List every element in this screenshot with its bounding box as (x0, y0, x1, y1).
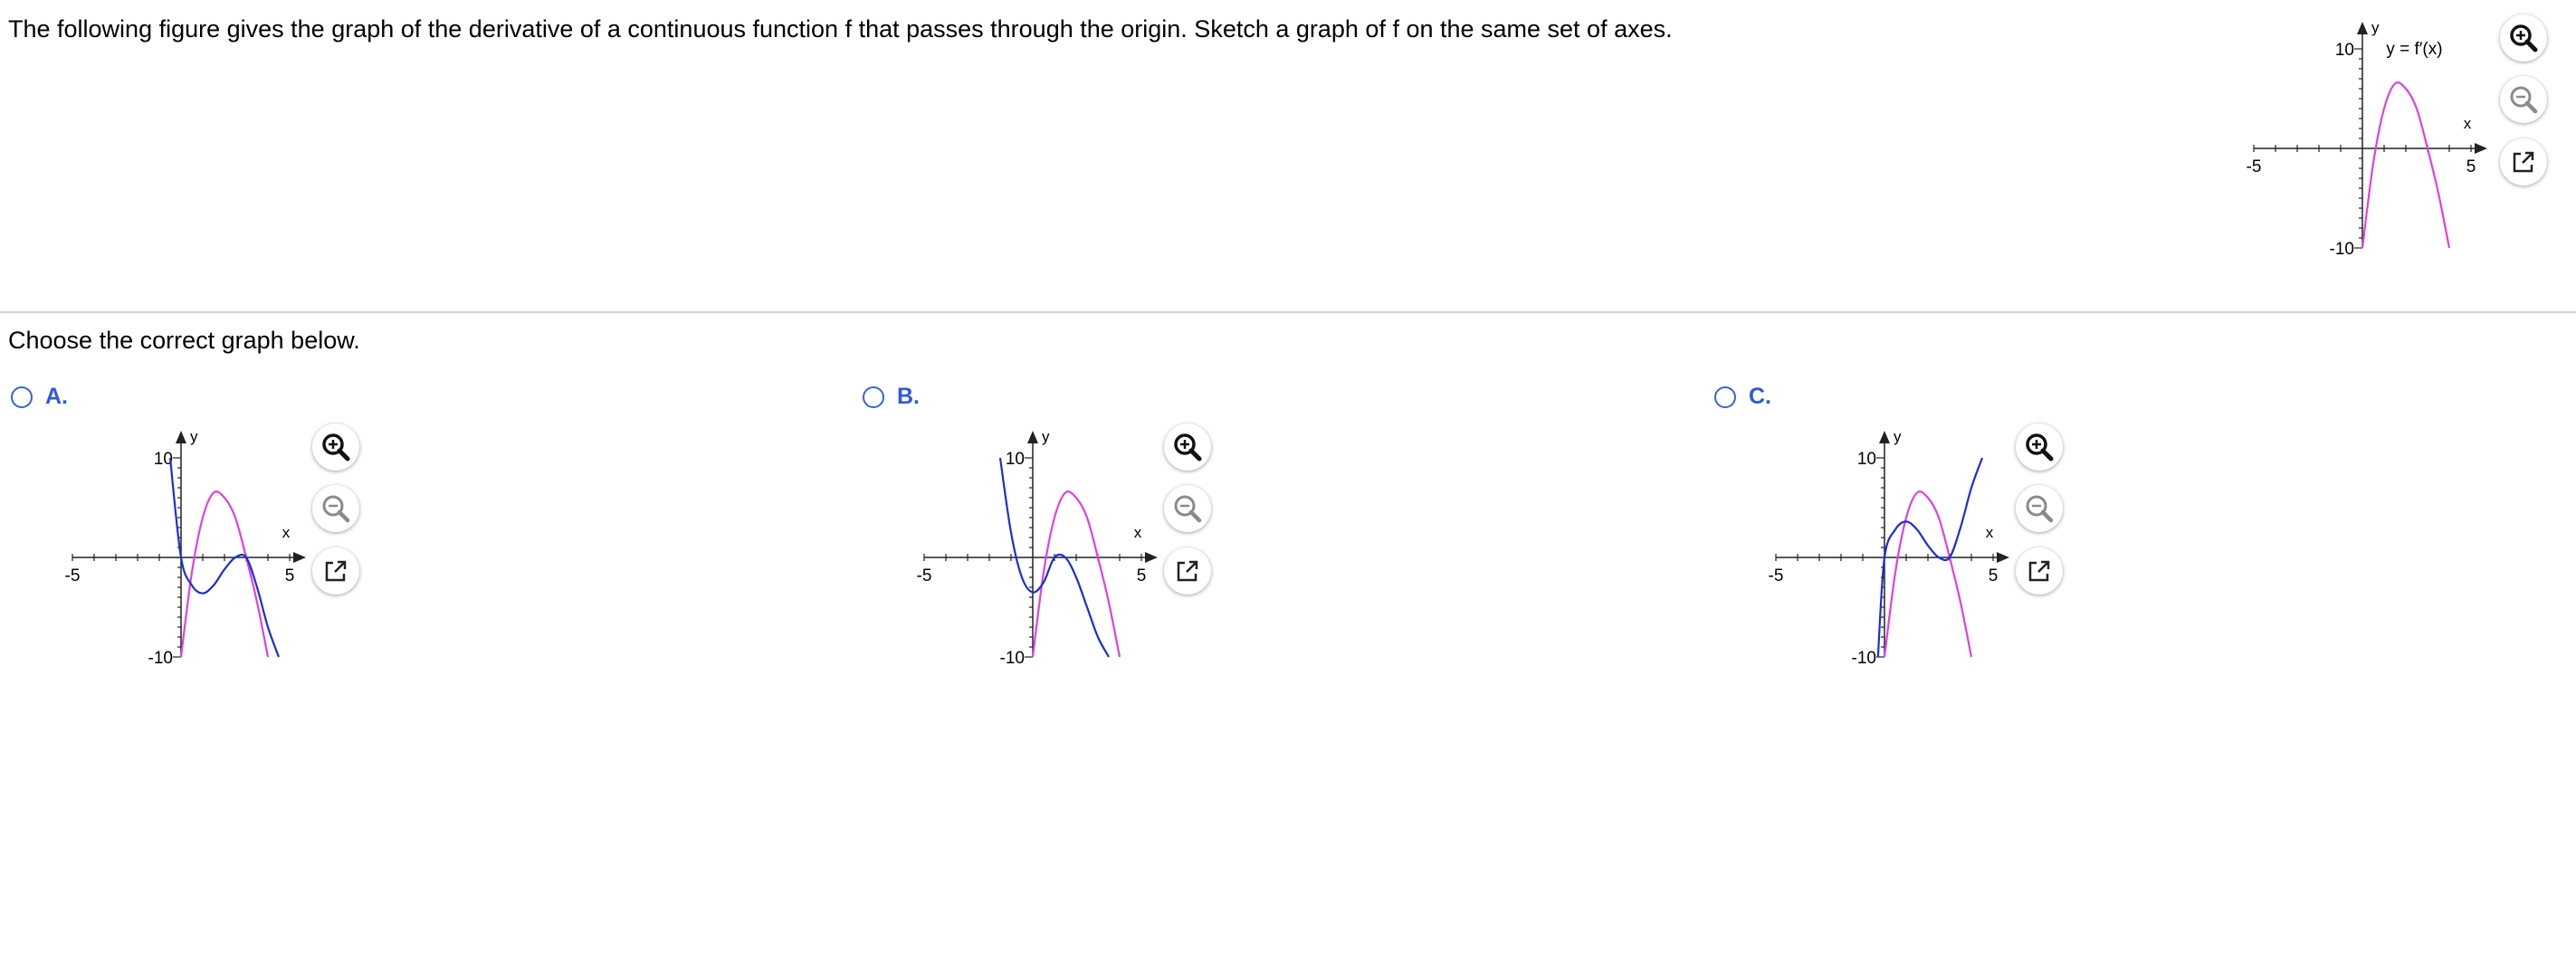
x-axis-arrow (1997, 552, 2009, 563)
y-axis-label: y (2371, 19, 2380, 36)
answer-prompt: Choose the correct graph below. (8, 327, 360, 354)
y-max-tick-label: 10 (1857, 450, 1876, 469)
option-c-label: C. (1749, 384, 1771, 409)
x-min-tick-label: -5 (1769, 566, 1784, 585)
x-axis-arrow (2475, 143, 2487, 154)
option-a-graph: -5 510-10xy (65, 428, 306, 668)
option-b-zoom-in-button[interactable] (1164, 424, 1211, 471)
zoom-in-icon (2026, 433, 2054, 462)
y-axis-label: y (1894, 428, 1902, 445)
section-divider (0, 311, 2576, 313)
question-text: The following figure gives the graph of … (8, 15, 1673, 43)
derivative-curve (1031, 490, 1121, 658)
zoom-out-icon (2510, 86, 2538, 114)
y-axis-label: y (190, 428, 198, 445)
derivative-curve (2361, 81, 2451, 249)
zoom-out-icon (322, 495, 350, 523)
option-b-radio[interactable] (863, 386, 884, 408)
option-c-radio[interactable] (1714, 386, 1736, 408)
option-c-zoom-out-button[interactable] (2016, 485, 2063, 532)
option-a-label: A. (45, 384, 68, 409)
x-min-tick-label: -5 (917, 566, 932, 585)
zoom-in-icon (2510, 24, 2538, 52)
zoom-in-button[interactable] (2500, 14, 2547, 62)
option-b-zoom-out-button[interactable] (1164, 485, 1211, 532)
zoom-out-button[interactable] (2500, 76, 2547, 123)
open-external-icon (1177, 560, 1198, 582)
y-axis-arrow (1027, 431, 1038, 443)
option-a-radio[interactable] (11, 386, 33, 408)
option-c-graph: -5 5 10 -10 x y (1769, 428, 2009, 668)
y-axis-label: y (1042, 428, 1050, 445)
option-c[interactable]: C. (1714, 384, 1771, 410)
zoom-out-icon (2026, 495, 2054, 523)
option-a[interactable]: A. (11, 384, 68, 410)
y-min-tick-label: -10 (148, 649, 173, 668)
y-min-tick-label: -10 (1852, 649, 1876, 668)
y-min-tick-label: -10 (2330, 240, 2354, 259)
zoom-in-icon (322, 433, 350, 462)
open-external-icon (325, 560, 347, 582)
derivative-curve (179, 490, 270, 658)
derivative-curve (1883, 490, 1973, 658)
x-axis-arrow (293, 552, 306, 563)
open-external-icon (2513, 151, 2534, 173)
option-b-graph: -5 5 10 -10 x y (917, 428, 1158, 668)
open-external-icon (2028, 560, 2050, 582)
x-axis-label: x (2464, 115, 2472, 132)
x-axis-label: x (282, 524, 291, 541)
x-axis-label: x (1986, 524, 1994, 541)
reference-derivative-graph: -5 5 10 -10 x y y = f′(x) (2247, 19, 2487, 259)
option-c-zoom-in-button[interactable] (2016, 424, 2063, 471)
option-b-label: B. (897, 384, 920, 409)
open-new-window-button[interactable] (2500, 138, 2547, 186)
x-max-tick-label: 5 (1137, 566, 1147, 585)
option-c-open-new-window-button[interactable] (2016, 547, 2063, 595)
x-max-tick-label: 5 (1989, 566, 1999, 585)
y-max-tick-label: 10 (1006, 450, 1025, 469)
x-min-tick-label: -5 (65, 566, 81, 585)
option-b[interactable]: B. (863, 384, 920, 410)
y-max-tick-label: 10 (2335, 41, 2354, 60)
option-a-open-new-window-button[interactable] (312, 547, 359, 595)
x-max-tick-label: 5 (285, 566, 295, 585)
x-axis-label: x (1134, 524, 1142, 541)
zoom-out-icon (1174, 495, 1202, 523)
option-a-zoom-out-button[interactable] (312, 485, 359, 532)
x-max-tick-label: 5 (2466, 157, 2476, 176)
option-a-zoom-in-button[interactable] (312, 424, 359, 471)
x-min-tick-label: -5 (2247, 157, 2262, 176)
y-axis-arrow (2357, 22, 2368, 34)
y-min-tick-label: -10 (1000, 649, 1025, 668)
y-axis-arrow (176, 431, 186, 443)
y-axis-arrow (1879, 431, 1890, 443)
zoom-in-icon (1174, 433, 1202, 462)
derivative-curve-label: y = f′(x) (2386, 40, 2442, 59)
x-axis-arrow (1145, 552, 1158, 563)
option-b-open-new-window-button[interactable] (1164, 547, 1211, 595)
